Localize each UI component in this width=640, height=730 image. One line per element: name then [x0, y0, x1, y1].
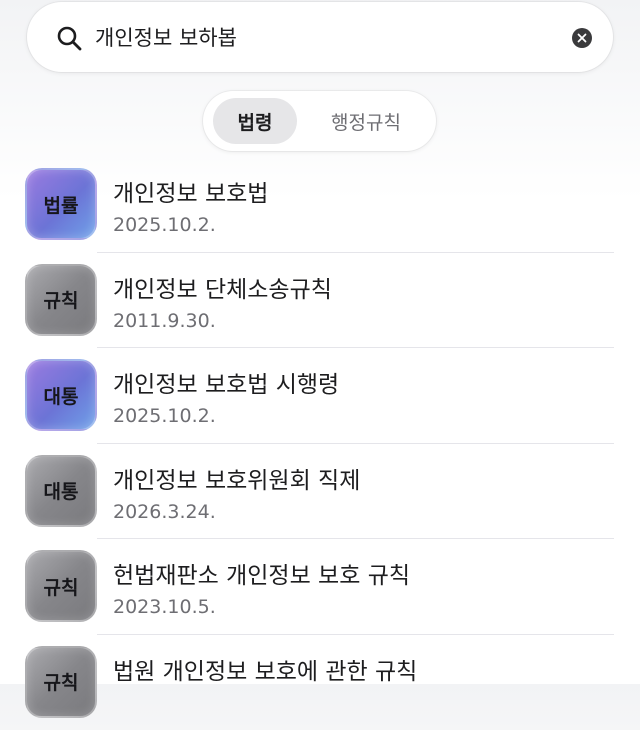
type-badge: 대통 [25, 359, 97, 431]
list-item[interactable]: 법률 개인정보 보호법 2025.10.2. [0, 157, 640, 253]
list-item-date: 2023.10.5. [113, 596, 216, 618]
list-item[interactable]: 대통 개인정보 보호법 시행령 2025.10.2. [0, 348, 640, 444]
list-item[interactable]: 규칙 개인정보 단체소송규칙 2011.9.30. [0, 253, 640, 349]
category-segmented-control: 법령 행정규칙 [203, 91, 436, 151]
list-item[interactable]: 규칙 법원 개인정보 보호에 관한 규칙 [0, 635, 640, 730]
type-badge: 법률 [25, 168, 97, 240]
list-item-title: 개인정보 보호법 [113, 174, 268, 208]
list-item-date: 2025.10.2. [113, 214, 216, 236]
tab-laws[interactable]: 법령 [213, 98, 297, 144]
list-item[interactable]: 대통 개인정보 보호위원회 직제 2026.3.24. [0, 444, 640, 540]
list-item-title: 개인정보 보호위원회 직제 [113, 461, 360, 495]
search-input[interactable] [95, 20, 555, 54]
type-badge: 규칙 [25, 646, 97, 718]
list-item-title: 개인정보 보호법 시행령 [113, 365, 339, 399]
tab-administrative-rules[interactable]: 행정규칙 [307, 98, 425, 144]
list-item-date: 2025.10.2. [113, 405, 216, 427]
list-item-date: 2011.9.30. [113, 310, 216, 332]
type-badge: 규칙 [25, 264, 97, 336]
search-icon [56, 25, 82, 51]
list-item-date: 2026.3.24. [113, 501, 216, 523]
clear-icon [577, 33, 587, 43]
search-bar[interactable] [27, 2, 613, 72]
list-item-title: 헌법재판소 개인정보 보호 규칙 [113, 556, 410, 590]
result-list: 법률 개인정보 보호법 2025.10.2. 규칙 개인정보 단체소송규칙 20… [0, 157, 640, 730]
type-badge: 대통 [25, 455, 97, 527]
clear-search-button[interactable] [572, 28, 592, 48]
list-item[interactable]: 규칙 헌법재판소 개인정보 보호 규칙 2023.10.5. [0, 539, 640, 635]
list-item-title: 법원 개인정보 보호에 관한 규칙 [113, 652, 417, 686]
type-badge: 규칙 [25, 550, 97, 622]
list-item-title: 개인정보 단체소송규칙 [113, 270, 332, 304]
